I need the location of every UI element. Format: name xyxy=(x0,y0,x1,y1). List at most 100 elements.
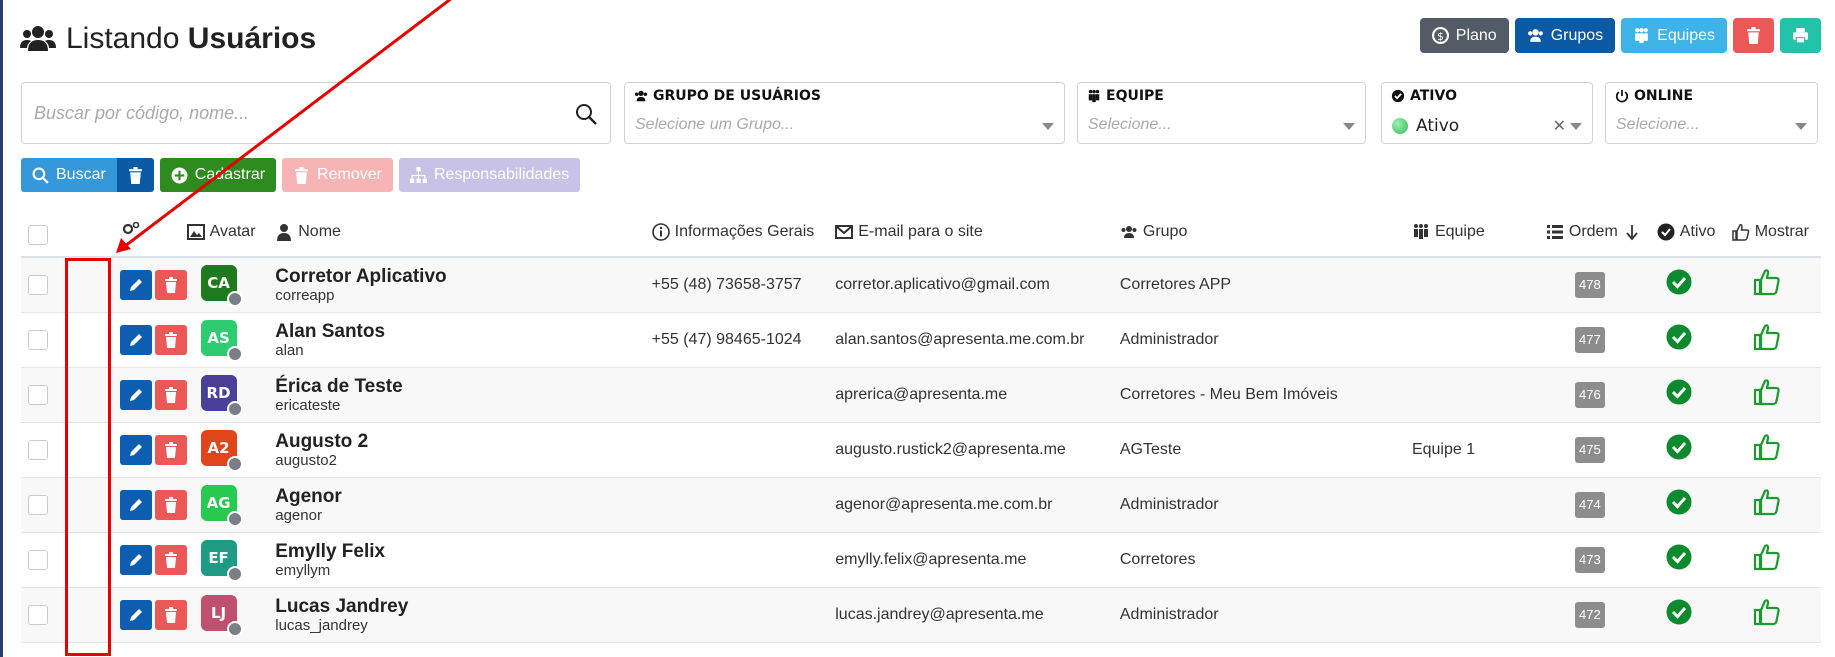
thumbs-up-icon[interactable] xyxy=(1753,598,1781,626)
active-check-icon xyxy=(1666,324,1692,350)
print-button[interactable] xyxy=(1780,18,1821,53)
thumbs-up-icon[interactable] xyxy=(1753,543,1781,571)
user-team: Equipe 1 xyxy=(1411,440,1476,458)
equipe-filter-select[interactable]: EQUIPE Selecione... xyxy=(1077,82,1366,144)
row-checkbox[interactable] xyxy=(28,274,48,295)
chevron-down-icon[interactable] xyxy=(1343,123,1355,130)
chevron-down-icon[interactable] xyxy=(1042,123,1054,130)
grupos-button[interactable]: Grupos xyxy=(1514,18,1616,53)
row-checkbox[interactable] xyxy=(28,384,48,405)
user-team xyxy=(1412,257,1546,312)
active-toggle[interactable] xyxy=(1657,587,1732,642)
user-name[interactable]: Augusto 2 xyxy=(275,431,651,452)
pencil-icon xyxy=(129,388,142,401)
delete-button[interactable] xyxy=(154,544,187,575)
edit-button[interactable] xyxy=(119,324,152,355)
user-name[interactable]: Érica de Teste xyxy=(275,376,651,397)
edit-button[interactable] xyxy=(119,269,152,300)
remover-button[interactable]: Remover xyxy=(282,158,393,192)
delete-button[interactable] xyxy=(154,489,187,520)
user-group: Corretores APP xyxy=(1119,275,1232,293)
user-name[interactable]: Corretor Aplicativo xyxy=(275,266,651,287)
table-row[interactable]: RD Érica de Teste ericateste aprerica@apres… xyxy=(21,367,1821,422)
chevron-down-icon[interactable] xyxy=(1795,123,1807,130)
table-row[interactable]: CA Corretor Aplicativo correapp +55 (48) 73… xyxy=(21,257,1821,312)
delete-button[interactable] xyxy=(154,434,187,465)
row-checkbox[interactable] xyxy=(28,549,48,570)
delete-button[interactable] xyxy=(154,269,187,300)
delete-button[interactable] xyxy=(154,379,187,410)
edit-button[interactable] xyxy=(119,544,152,575)
col-equipe[interactable]: Equipe xyxy=(1435,223,1485,241)
order-badge: 477 xyxy=(1574,326,1605,353)
row-checkbox[interactable] xyxy=(28,494,48,515)
user-name[interactable]: Lucas Jandrey xyxy=(275,596,651,617)
online-status-dot xyxy=(226,455,243,472)
users-icon xyxy=(1527,29,1543,42)
cadastrar-button[interactable]: Cadastrar xyxy=(159,158,277,192)
online-status-dot xyxy=(226,565,243,582)
row-checkbox[interactable] xyxy=(28,329,48,350)
active-toggle[interactable] xyxy=(1657,367,1732,422)
sitemap-icon xyxy=(409,166,427,183)
col-ordem[interactable]: Ordem xyxy=(1569,223,1618,241)
edit-button[interactable] xyxy=(119,489,152,520)
equipes-button[interactable]: Equipes xyxy=(1621,18,1727,53)
grupo-filter-select[interactable]: GRUPO DE USUÁRIOS Selecione um Grupo... xyxy=(624,82,1065,144)
responsabilidades-button[interactable]: Responsabilidades xyxy=(398,158,581,192)
thumbs-up-icon[interactable] xyxy=(1753,378,1781,406)
user-login: ericateste xyxy=(275,396,341,414)
buscar-button[interactable]: Buscar xyxy=(21,158,117,192)
clear-icon[interactable]: ✕ xyxy=(1553,116,1566,135)
online-filter-select[interactable]: ONLINE Selecione... xyxy=(1605,82,1818,144)
user-login: agenor xyxy=(275,506,322,524)
user-name[interactable]: Alan Santos xyxy=(275,321,651,342)
table-row[interactable]: EF Emylly Felix emyllym emylly.felix@aprese… xyxy=(21,532,1821,587)
table-row[interactable]: A2 Augusto 2 augusto2 augusto.rustick2@apre… xyxy=(21,422,1821,477)
col-mostrar[interactable]: Mostrar xyxy=(1755,223,1809,241)
edit-button[interactable] xyxy=(119,434,152,465)
active-toggle[interactable] xyxy=(1657,532,1732,587)
active-toggle[interactable] xyxy=(1657,477,1732,532)
edit-button[interactable] xyxy=(119,599,152,630)
user-email: agenor@apresenta.me.com.br xyxy=(835,495,1053,513)
thumbs-up-icon[interactable] xyxy=(1753,268,1781,296)
team-icon xyxy=(1413,224,1428,239)
select-all-checkbox[interactable] xyxy=(28,224,48,245)
col-avatar: Avatar xyxy=(209,223,256,240)
thumbs-up-icon[interactable] xyxy=(1753,488,1781,516)
search-icon[interactable] xyxy=(574,102,598,126)
table-row[interactable]: LJ Lucas Jandrey lucas_jandrey lucas.jandre… xyxy=(21,587,1821,642)
edit-button[interactable] xyxy=(119,379,152,410)
thumbs-up-icon[interactable] xyxy=(1753,433,1781,461)
row-checkbox[interactable] xyxy=(28,604,48,625)
chevron-down-icon[interactable] xyxy=(1570,123,1582,130)
avatar: AS xyxy=(200,319,243,362)
delete-button[interactable] xyxy=(154,324,187,355)
ativo-filter-select[interactable]: ATIVO Ativo ✕ xyxy=(1381,82,1593,144)
row-checkbox[interactable] xyxy=(28,439,48,460)
ativo-filter-label: ATIVO xyxy=(1410,88,1457,104)
user-name[interactable]: Emylly Felix xyxy=(275,541,651,562)
trash-icon xyxy=(164,331,177,348)
col-email[interactable]: E-mail para o site xyxy=(858,223,983,241)
clear-search-button[interactable] xyxy=(116,158,154,192)
plano-button[interactable]: $ Plano xyxy=(1419,18,1509,53)
user-group: Administrador xyxy=(1119,330,1219,348)
active-toggle[interactable] xyxy=(1657,312,1732,367)
col-ativo[interactable]: Ativo xyxy=(1680,223,1716,241)
thumbs-up-icon[interactable] xyxy=(1753,323,1781,351)
active-toggle[interactable] xyxy=(1657,422,1732,477)
col-grupo[interactable]: Grupo xyxy=(1143,223,1187,241)
user-phone: +55 (48) 73658-3757 xyxy=(651,275,802,293)
col-nome[interactable]: Nome xyxy=(298,223,341,241)
delete-button[interactable] xyxy=(154,599,187,630)
user-team xyxy=(1412,367,1546,422)
table-row[interactable]: AG Agenor agenor agenor@apresenta.me.com.br… xyxy=(21,477,1821,532)
sort-desc-icon[interactable] xyxy=(1623,223,1641,241)
user-name[interactable]: Agenor xyxy=(275,486,651,507)
active-toggle[interactable] xyxy=(1657,257,1732,312)
table-row[interactable]: AS Alan Santos alan +55 (47) 98465-1024 alan… xyxy=(21,312,1821,367)
trash-toolbar-button[interactable] xyxy=(1733,18,1774,53)
search-input[interactable]: Buscar por código, nome... xyxy=(21,82,611,144)
